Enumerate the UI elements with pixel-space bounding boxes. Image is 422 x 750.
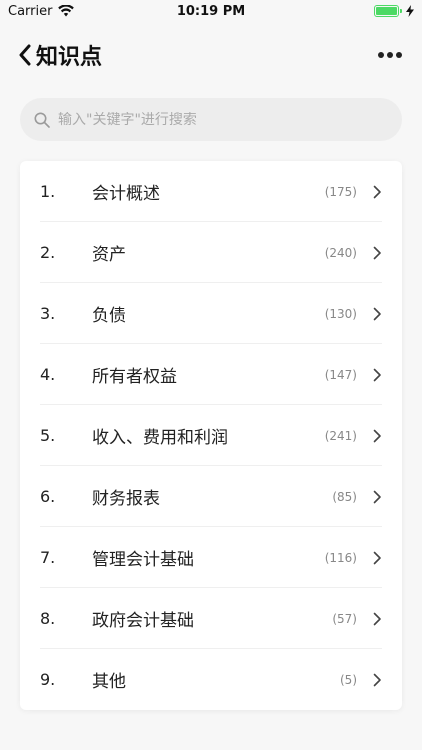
chevron-right-icon [373, 551, 381, 564]
item-count: (147) [324, 367, 357, 382]
list-item[interactable]: 5. 收入、费用和利润 (241) [20, 405, 402, 466]
chevron-left-icon [19, 44, 31, 66]
knowledge-list: 1. 会计概述 (175) 2. 资产 (240) 3. 负债 (130) 4.… [20, 161, 402, 710]
item-label: 负债 [92, 306, 126, 326]
more-dot [387, 52, 393, 58]
chevron-right-icon [373, 429, 381, 442]
back-button[interactable]: 知识点 [18, 39, 102, 71]
more-dot [378, 52, 384, 58]
item-count: (241) [324, 428, 357, 443]
item-label: 政府会计基础 [92, 611, 194, 631]
chevron-right-icon [373, 307, 381, 320]
chevron-right-icon [373, 185, 381, 198]
chevron-right-icon [373, 368, 381, 381]
list-item[interactable]: 3. 负债 (130) [20, 283, 402, 344]
item-label: 会计概述 [92, 184, 160, 204]
more-button[interactable] [378, 44, 402, 66]
battery-fill [376, 7, 397, 15]
search-icon [34, 112, 50, 128]
chevron-right-icon [373, 246, 381, 259]
item-number: 4. [40, 365, 56, 384]
item-number: 1. [40, 182, 56, 201]
list-item[interactable]: 9. 其他 (5) [20, 649, 402, 710]
chevron-right-icon [373, 612, 381, 625]
wifi-icon [58, 5, 75, 17]
carrier-label: Carrier [8, 3, 53, 19]
item-label: 资产 [92, 245, 126, 265]
battery-icon [374, 5, 402, 17]
item-number: 5. [40, 426, 56, 445]
item-label: 管理会计基础 [92, 550, 194, 570]
item-count: (5) [340, 672, 357, 687]
nav-bar: 知识点 [0, 30, 422, 80]
item-number: 9. [40, 670, 56, 689]
item-count: (130) [324, 306, 357, 321]
status-left: Carrier [8, 3, 75, 19]
item-number: 7. [40, 548, 56, 567]
page-title: 知识点 [36, 45, 103, 70]
charging-bolt-icon [406, 5, 414, 17]
item-label: 所有者权益 [92, 367, 177, 387]
item-count: (57) [332, 611, 357, 626]
item-number: 8. [40, 609, 56, 628]
more-dot [396, 52, 402, 58]
item-count: (116) [324, 550, 357, 565]
item-label: 其他 [92, 672, 126, 692]
list-item[interactable]: 4. 所有者权益 (147) [20, 344, 402, 405]
item-number: 6. [40, 487, 56, 506]
list-item[interactable]: 7. 管理会计基础 (116) [20, 527, 402, 588]
search-bar[interactable] [20, 98, 402, 141]
item-count: (85) [332, 489, 357, 504]
item-label: 收入、费用和利润 [92, 428, 228, 448]
status-bar: Carrier 10:19 PM [0, 0, 422, 22]
search-input[interactable] [58, 111, 388, 128]
item-count: (240) [324, 245, 357, 260]
list-item[interactable]: 6. 财务报表 (85) [20, 466, 402, 527]
list-item[interactable]: 8. 政府会计基础 (57) [20, 588, 402, 649]
list-item[interactable]: 1. 会计概述 (175) [20, 161, 402, 222]
chevron-right-icon [373, 490, 381, 503]
status-right [374, 5, 414, 17]
item-count: (175) [324, 184, 357, 199]
item-number: 3. [40, 304, 56, 323]
item-number: 2. [40, 243, 56, 262]
list-item[interactable]: 2. 资产 (240) [20, 222, 402, 283]
chevron-right-icon [373, 673, 381, 686]
item-label: 财务报表 [92, 489, 160, 509]
